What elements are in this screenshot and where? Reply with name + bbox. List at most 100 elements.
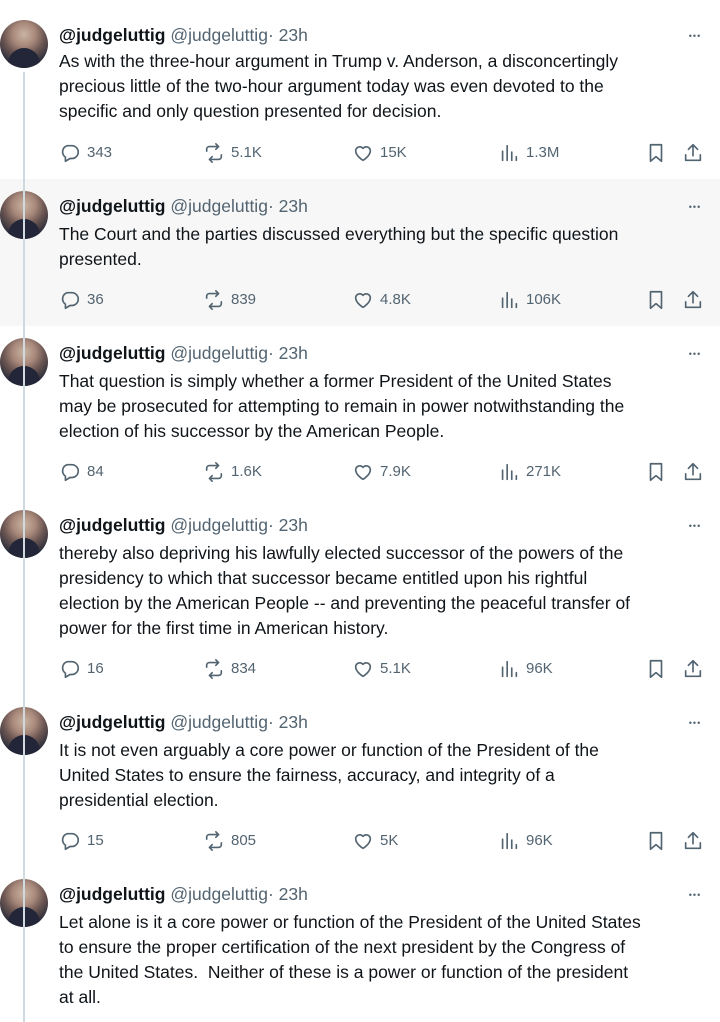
views-button[interactable]: 96K xyxy=(498,828,553,854)
reply-button[interactable]: 16 xyxy=(59,656,104,682)
action-bar: 16 834 5.1K 96K xyxy=(59,656,709,682)
bookmark-button[interactable] xyxy=(645,828,667,854)
repost-button[interactable]: 839 xyxy=(203,287,256,313)
bookmark-button[interactable] xyxy=(645,287,667,313)
like-icon xyxy=(352,658,374,680)
bookmark-button[interactable] xyxy=(645,140,667,166)
reposts-count: 834 xyxy=(231,660,257,677)
tweet[interactable]: @judgeluttig @judgeluttig· 23h ••• That qu… xyxy=(0,326,720,499)
display-name[interactable]: @judgeluttig xyxy=(59,343,166,363)
views-icon xyxy=(498,142,520,164)
share-icon xyxy=(682,289,704,311)
tweet-text: It is not even arguably a core power or … xyxy=(59,740,599,810)
tweet-text: thereby also depriving his lawfully elec… xyxy=(59,543,631,638)
tweet-header: @judgeluttig @judgeluttig· 23h xyxy=(59,24,308,46)
share-icon xyxy=(682,830,704,852)
timestamp[interactable]: · 23h xyxy=(268,712,308,732)
more-icon[interactable]: ••• xyxy=(682,197,708,217)
tweet-header: @judgeluttig @judgeluttig· 23h xyxy=(59,342,308,364)
bookmark-button[interactable] xyxy=(645,459,667,485)
like-icon xyxy=(352,289,374,311)
like-button[interactable]: 4.8K xyxy=(352,287,411,313)
share-icon xyxy=(682,461,704,483)
replies-count: 36 xyxy=(87,291,104,308)
repost-button[interactable]: 805 xyxy=(203,828,256,854)
more-icon[interactable]: ••• xyxy=(682,516,708,536)
tweet[interactable]: @judgeluttig @judgeluttig· 23h ••• Let alo… xyxy=(0,864,720,1022)
views-count: 96K xyxy=(526,660,553,677)
views-button[interactable]: 271K xyxy=(498,459,561,485)
user-handle[interactable]: @judgeluttig xyxy=(170,515,268,535)
repost-button[interactable]: 834 xyxy=(203,656,256,682)
tweet-text: The Court and the parties discussed ever… xyxy=(59,224,619,269)
action-bar: 15 805 5K 96K xyxy=(59,828,709,854)
display-name[interactable]: @judgeluttig xyxy=(59,196,166,216)
timestamp[interactable]: · 23h xyxy=(268,884,308,904)
bookmark-icon xyxy=(645,142,667,164)
repost-icon xyxy=(203,142,225,164)
avatar[interactable] xyxy=(0,20,48,68)
replies-count: 343 xyxy=(87,144,113,161)
views-count: 271K xyxy=(526,463,562,480)
like-button[interactable]: 7.9K xyxy=(352,459,411,485)
display-name[interactable]: @judgeluttig xyxy=(59,712,166,732)
tweet-header: @judgeluttig @judgeluttig· 23h xyxy=(59,883,308,905)
views-icon xyxy=(498,658,520,680)
bookmark-button[interactable] xyxy=(645,656,667,682)
like-button[interactable]: 15K xyxy=(352,140,407,166)
tweet-text: As with the three-hour argument in Trump… xyxy=(59,51,618,121)
timestamp[interactable]: · 23h xyxy=(268,25,308,45)
reply-button[interactable]: 343 xyxy=(59,140,112,166)
more-icon[interactable]: ••• xyxy=(682,713,708,733)
replies-count: 15 xyxy=(87,832,104,849)
bookmark-icon xyxy=(645,830,667,852)
tweet[interactable]: @judgeluttig @judgeluttig· 23h ••• It is n… xyxy=(0,694,720,864)
more-icon[interactable]: ••• xyxy=(682,885,708,905)
bookmark-icon xyxy=(645,658,667,680)
reposts-count: 805 xyxy=(231,832,257,849)
reply-button[interactable]: 15 xyxy=(59,828,104,854)
share-button[interactable] xyxy=(682,828,704,854)
display-name[interactable]: @judgeluttig xyxy=(59,25,166,45)
user-handle[interactable]: @judgeluttig xyxy=(170,343,268,363)
reply-icon xyxy=(59,142,81,164)
reply-icon xyxy=(59,289,81,311)
tweet[interactable]: @judgeluttig @judgeluttig· 23h ••• The Cou… xyxy=(0,179,720,326)
reposts-count: 5.1K xyxy=(231,144,262,161)
timestamp[interactable]: · 23h xyxy=(268,515,308,535)
display-name[interactable]: @judgeluttig xyxy=(59,884,166,904)
timestamp[interactable]: · 23h xyxy=(268,196,308,216)
views-button[interactable]: 96K xyxy=(498,656,553,682)
tweet-text: Let alone is it a core power or function… xyxy=(59,912,641,1007)
display-name[interactable]: @judgeluttig xyxy=(59,515,166,535)
views-button[interactable]: 106K xyxy=(498,287,561,313)
share-button[interactable] xyxy=(682,459,704,485)
more-icon[interactable]: ••• xyxy=(682,26,708,46)
timestamp[interactable]: · 23h xyxy=(268,343,308,363)
views-count: 106K xyxy=(526,291,562,308)
views-button[interactable]: 1.3M xyxy=(498,140,559,166)
repost-button[interactable]: 1.6K xyxy=(203,459,262,485)
user-handle[interactable]: @judgeluttig xyxy=(170,884,268,904)
user-handle[interactable]: @judgeluttig xyxy=(170,196,268,216)
share-button[interactable] xyxy=(682,140,704,166)
user-handle[interactable]: @judgeluttig xyxy=(170,712,268,732)
repost-icon xyxy=(203,289,225,311)
user-handle[interactable]: @judgeluttig xyxy=(170,25,268,45)
reply-button[interactable]: 84 xyxy=(59,459,104,485)
reposts-count: 839 xyxy=(231,291,257,308)
reply-button[interactable]: 36 xyxy=(59,287,104,313)
tweet[interactable]: @judgeluttig @judgeluttig· 23h ••• As with… xyxy=(0,0,720,179)
reply-icon xyxy=(59,658,81,680)
share-button[interactable] xyxy=(682,656,704,682)
reposts-count: 1.6K xyxy=(231,463,262,480)
tweet[interactable]: @judgeluttig @judgeluttig· 23h ••• thereby… xyxy=(0,499,720,694)
more-icon[interactable]: ••• xyxy=(682,344,708,364)
like-button[interactable]: 5.1K xyxy=(352,656,411,682)
share-button[interactable] xyxy=(682,287,704,313)
repost-button[interactable]: 5.1K xyxy=(203,140,262,166)
like-button[interactable]: 5K xyxy=(352,828,398,854)
share-icon xyxy=(682,658,704,680)
reply-icon xyxy=(59,461,81,483)
likes-count: 5K xyxy=(380,832,399,849)
